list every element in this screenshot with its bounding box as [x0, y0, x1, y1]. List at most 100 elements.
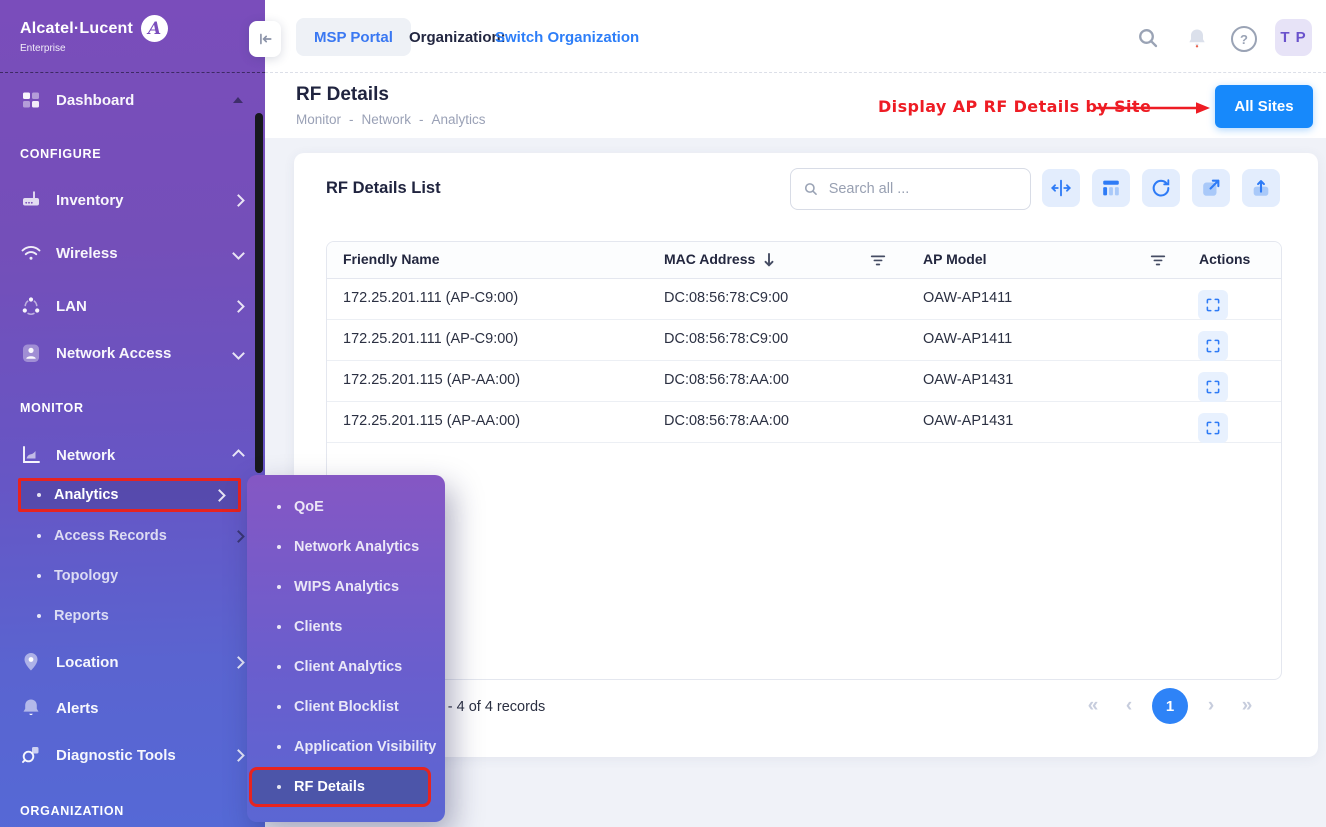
column-header-mac-address[interactable]: MAC Address [664, 251, 755, 267]
columns-button[interactable] [1092, 169, 1130, 207]
search-input[interactable] [827, 180, 1018, 198]
column-header-ap-model[interactable]: AP Model [923, 251, 987, 267]
sidebar-subitem-access-records[interactable]: Access Records [0, 521, 265, 551]
cell-friendly-name: 172.25.201.111 (AP-C9:00) [343, 290, 518, 306]
bullet-icon [277, 545, 281, 549]
sidebar-scrollbar[interactable] [255, 113, 263, 473]
subitem-label: Access Records [54, 528, 221, 544]
flyout-item-rf-details[interactable]: RF Details [249, 767, 431, 807]
column-header-friendly-name[interactable]: Friendly Name [343, 251, 439, 267]
help-icon[interactable]: ? [1231, 26, 1257, 52]
sidebar-item-wireless[interactable]: Wireless [0, 238, 265, 268]
sidebar-divider [0, 72, 265, 73]
flyout-item-clients[interactable]: Clients [247, 607, 445, 647]
sidebar-item-inventory[interactable]: Inventory [0, 185, 265, 215]
bullet-icon [277, 745, 281, 749]
all-sites-button[interactable]: All Sites [1215, 85, 1313, 128]
sidebar-item-lan[interactable]: LAN [0, 291, 265, 321]
expand-row-button[interactable] [1198, 372, 1228, 402]
cell-ap-model: OAW-AP1431 [923, 372, 1013, 388]
expand-icon [1204, 337, 1222, 355]
sidebar-item-network-access[interactable]: Network Access [0, 338, 265, 368]
brand-mark-icon: A [141, 15, 168, 42]
bullet-icon [277, 505, 281, 509]
collapse-arrow-icon [256, 30, 274, 48]
search-box [790, 168, 1031, 210]
flyout-item-label: Client Blocklist [294, 699, 399, 715]
organization-label: Organization: [409, 29, 506, 46]
table-row[interactable]: 172.25.201.115 (AP-AA:00) DC:08:56:78:AA… [327, 361, 1281, 402]
export-button[interactable] [1242, 169, 1280, 207]
last-page-button[interactable]: » [1234, 695, 1260, 717]
sidebar-subitem-analytics[interactable]: Analytics [18, 478, 241, 512]
sidebar-item-label: Dashboard [56, 92, 219, 109]
previous-page-button[interactable]: ‹ [1116, 695, 1142, 717]
organization-link[interactable]: Switch Organization [495, 29, 639, 46]
sidebar-collapse-button[interactable] [249, 21, 281, 57]
flyout-item-qoe[interactable]: QoE [247, 487, 445, 527]
column-header-actions: Actions [1199, 251, 1250, 267]
flyout-item-client-analytics[interactable]: Client Analytics [247, 647, 445, 687]
chart-icon [20, 444, 42, 466]
bullet-icon [277, 705, 281, 709]
sidebar-item-label: LAN [56, 298, 220, 315]
sidebar-item-label: Diagnostic Tools [56, 747, 220, 764]
breadcrumb-item[interactable]: Monitor [296, 112, 341, 127]
search-icon[interactable] [1136, 26, 1160, 50]
cell-ap-model: OAW-AP1411 [923, 331, 1012, 347]
section-configure: CONFIGURE [20, 147, 101, 161]
flyout-item-label: WIPS Analytics [294, 579, 399, 595]
subitem-label: Analytics [54, 487, 202, 503]
external-link-icon [1200, 177, 1222, 199]
table-row[interactable]: 172.25.201.115 (AP-AA:00) DC:08:56:78:AA… [327, 402, 1281, 443]
expand-row-button[interactable] [1198, 290, 1228, 320]
flyout-item-label: Network Analytics [294, 539, 419, 555]
refresh-button[interactable] [1142, 169, 1180, 207]
flyout-item-label: Client Analytics [294, 659, 402, 675]
sidebar-item-location[interactable]: Location [0, 647, 265, 677]
chevron-right-icon [232, 194, 245, 207]
expand-row-button[interactable] [1198, 331, 1228, 361]
notifications-bell-icon[interactable] [1185, 26, 1209, 50]
sidebar-item-diagnostic-tools[interactable]: Diagnostic Tools [0, 740, 265, 770]
current-page-button[interactable]: 1 [1152, 688, 1188, 724]
cell-friendly-name: 172.25.201.115 (AP-AA:00) [343, 372, 520, 388]
chevron-right-icon [232, 300, 245, 313]
table-row[interactable]: 172.25.201.111 (AP-C9:00) DC:08:56:78:C9… [327, 279, 1281, 320]
next-page-button[interactable]: › [1198, 695, 1224, 717]
flyout-item-network-analytics[interactable]: Network Analytics [247, 527, 445, 567]
sort-desc-icon[interactable] [761, 251, 777, 272]
brand-name: Alcatel·Lucent [20, 20, 133, 38]
breadcrumb-item[interactable]: Network [362, 112, 412, 127]
pagination: « ‹ 1 › » [1080, 688, 1260, 724]
first-page-button[interactable]: « [1080, 695, 1106, 717]
table-row[interactable]: 172.25.201.111 (AP-C9:00) DC:08:56:78:C9… [327, 320, 1281, 361]
fit-columns-button[interactable] [1042, 169, 1080, 207]
sidebar-item-network[interactable]: Network [0, 440, 265, 470]
sidebar-item-label: Alerts [56, 700, 243, 717]
help-glyph: ? [1240, 32, 1248, 47]
breadcrumb-item[interactable]: Analytics [432, 112, 486, 127]
filter-icon[interactable] [869, 251, 887, 272]
flyout-item-client-blocklist[interactable]: Client Blocklist [247, 687, 445, 727]
sidebar-item-label: Network Access [56, 345, 220, 362]
msp-portal-button[interactable]: MSP Portal [296, 18, 411, 56]
sidebar-item-alerts[interactable]: Alerts [0, 693, 265, 723]
page-title: RF Details [296, 84, 389, 106]
cell-mac-address: DC:08:56:78:C9:00 [664, 331, 788, 347]
sidebar-subitem-topology[interactable]: Topology [0, 561, 265, 591]
expand-row-button[interactable] [1198, 413, 1228, 443]
filter-icon[interactable] [1149, 251, 1167, 272]
sidebar-item-dashboard[interactable]: Dashboard [0, 85, 265, 115]
chevron-right-icon [232, 749, 245, 762]
breadcrumb-separator: - [419, 112, 424, 127]
sidebar-subitem-reports[interactable]: Reports [0, 601, 265, 631]
search-icon [803, 180, 819, 198]
subitem-label: Reports [54, 608, 243, 624]
brand-logo: Alcatel·Lucent A Enterprise [20, 15, 168, 54]
open-external-button[interactable] [1192, 169, 1230, 207]
flyout-item-wips-analytics[interactable]: WIPS Analytics [247, 567, 445, 607]
bullet-icon [277, 625, 281, 629]
flyout-item-application-visibility[interactable]: Application Visibility [247, 727, 445, 767]
user-avatar[interactable]: T P [1275, 19, 1312, 56]
